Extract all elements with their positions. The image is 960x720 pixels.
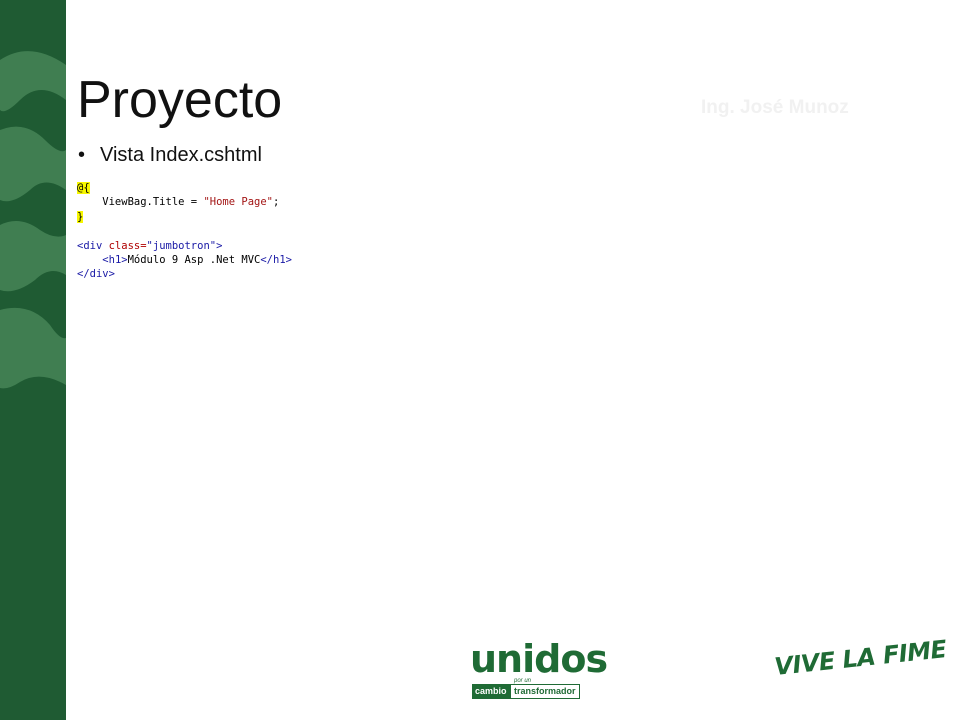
- code-h1-close: </h1>: [260, 254, 292, 267]
- unidos-transformador: transformador: [510, 684, 580, 699]
- vive-la-fime-logo: VIVE LA FIME: [773, 635, 948, 681]
- code-blank: [77, 224, 292, 238]
- code-h1-text: Módulo 9 Asp .Net MVC: [127, 254, 261, 267]
- code-semicolon: ;: [272, 196, 280, 209]
- sidebar-decoration: [0, 0, 66, 720]
- code-block: @{ ViewBag.Title = "Home Page"; } <div c…: [77, 181, 292, 282]
- code-div-close-bracket: >: [216, 239, 223, 252]
- slide-title: Proyecto: [77, 71, 283, 129]
- bullet-marker: •: [78, 144, 86, 166]
- code-line-viewbag: ViewBag.Title =: [77, 196, 204, 209]
- unidos-word: unidos: [470, 637, 608, 681]
- razor-close: }: [77, 210, 84, 223]
- code-div-end: </div>: [77, 268, 115, 281]
- unidos-cambio: cambio: [472, 684, 510, 699]
- code-string-home: "Home Page": [203, 196, 273, 209]
- code-class-value: "jumbotron": [146, 239, 217, 252]
- bullet-text: Vista Index.cshtml: [100, 144, 262, 166]
- code-div-open: <div: [77, 239, 109, 252]
- razor-open: @{: [77, 182, 90, 194]
- author-name: Ing. José Munoz: [701, 97, 849, 118]
- tiger-watermark-icon: [0, 51, 66, 389]
- bullet-item: • Vista Index.cshtml: [78, 144, 262, 167]
- code-class-attr: class=: [108, 239, 147, 252]
- code-h1-open: <h1>: [102, 254, 128, 267]
- unidos-logo: unidos por un cambio transformador: [470, 640, 608, 702]
